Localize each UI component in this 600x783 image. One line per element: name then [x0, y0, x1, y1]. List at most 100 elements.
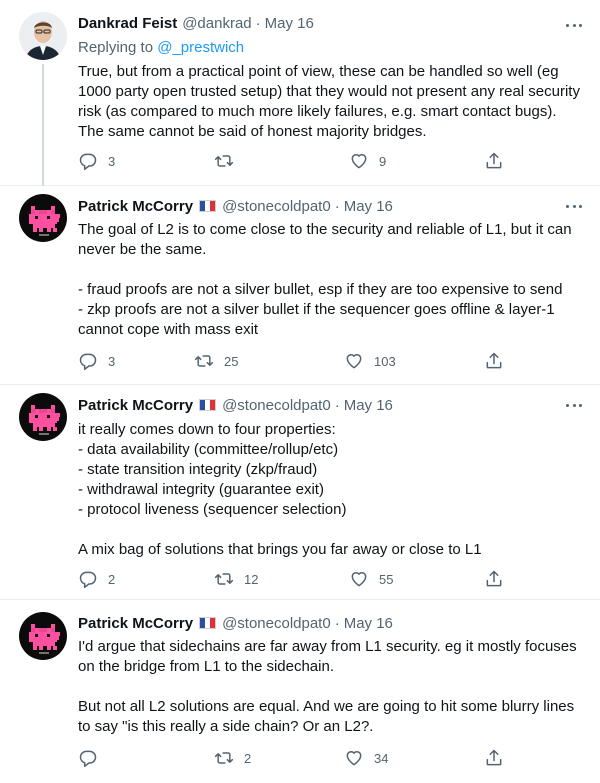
tweet-line: - fraud proofs are not a silver bullet, … [78, 281, 563, 298]
tweet-line [78, 677, 583, 697]
tweet-actions: 3 25 103 [70, 351, 510, 371]
author-handle[interactable]: @stonecoldpat0 [222, 397, 331, 414]
retweet-icon [214, 748, 234, 768]
tweet-line: But not all L2 solutions are equal. And … [78, 698, 575, 715]
reply-icon [78, 748, 98, 768]
author-name[interactable]: Patrick McCorry [78, 397, 193, 414]
tweet-4[interactable]: Patrick McCorry @stonecoldpat0 · May 16 … [0, 600, 600, 783]
tweet-1[interactable]: Dankrad Feist @dankrad · May 16 Replying… [0, 0, 600, 186]
retweet-icon [214, 569, 234, 589]
tweet-header: Patrick McCorry @stonecoldpat0 · May 16 [78, 196, 393, 216]
tweet-date[interactable]: May 16 [344, 615, 393, 632]
reply-button[interactable]: 3 [78, 151, 115, 171]
france-flag-icon [199, 399, 217, 411]
like-button[interactable]: 55 [349, 569, 393, 589]
tweet-line: I'd argue that sidechains are far away f… [78, 638, 577, 655]
tweet-text: The goal of L2 is to come close to the s… [78, 220, 583, 340]
avatar[interactable] [19, 12, 67, 60]
author-handle[interactable]: @stonecoldpat0 [222, 615, 331, 632]
reply-button[interactable]: 3 [78, 351, 115, 371]
author-handle[interactable]: @stonecoldpat0 [222, 198, 331, 215]
author-name[interactable]: Dankrad Feist [78, 15, 177, 32]
like-button[interactable]: 34 [344, 748, 388, 768]
like-icon [344, 351, 364, 371]
tweet-date[interactable]: May 16 [344, 198, 393, 215]
pixel-cat-avatar-icon [19, 194, 67, 242]
like-icon [349, 151, 369, 171]
share-button[interactable] [484, 569, 504, 589]
retweet-count: 2 [244, 750, 252, 766]
like-count: 103 [374, 353, 396, 369]
france-flag-icon [199, 617, 217, 629]
like-button[interactable]: 103 [344, 351, 396, 371]
retweet-button[interactable] [214, 151, 244, 171]
tweet-line: it really comes down to four properties: [78, 421, 336, 438]
pixel-cat-avatar-icon [19, 612, 67, 660]
avatar-photo-icon [19, 12, 67, 60]
separator-dot: · [334, 396, 340, 414]
reply-count: 3 [108, 353, 116, 369]
tweet-line: - protocol liveness (sequencer selection… [78, 501, 347, 518]
reply-icon [78, 569, 98, 589]
author-name[interactable]: Patrick McCorry [78, 615, 193, 632]
separator-dot: · [334, 614, 340, 632]
tweet-2[interactable]: Patrick McCorry @stonecoldpat0 · May 16 … [0, 186, 600, 385]
reply-icon [78, 351, 98, 371]
avatar[interactable] [19, 612, 67, 660]
avatar[interactable] [19, 194, 67, 242]
retweet-count: 25 [224, 353, 239, 369]
tweet-line: The goal of L2 is to come close to the s… [78, 221, 572, 238]
tweet-line: A mix bag of solutions that brings you f… [78, 541, 482, 558]
share-button[interactable] [484, 748, 504, 768]
retweet-icon [214, 151, 234, 171]
replying-to: Replying to @_prestwich [78, 39, 244, 56]
tweet-line: risk (as compared to much more likely fa… [78, 103, 557, 120]
tweet-header: Patrick McCorry @stonecoldpat0 · May 16 [78, 613, 393, 633]
author-name[interactable]: Patrick McCorry [78, 198, 193, 215]
separator-dot: · [255, 14, 261, 32]
like-count: 55 [379, 571, 394, 587]
tweet-line: to say "is this really a side chain? Or … [78, 718, 374, 735]
reply-button[interactable] [78, 748, 108, 768]
more-icon[interactable] [566, 17, 582, 33]
retweet-button[interactable]: 25 [194, 351, 238, 371]
tweet-line: - data availability (committee/rollup/et… [78, 441, 339, 458]
share-button[interactable] [484, 351, 504, 371]
share-icon [484, 569, 504, 589]
retweet-icon [194, 351, 214, 371]
retweet-count: 12 [244, 571, 259, 587]
author-handle[interactable]: @dankrad [182, 15, 251, 32]
tweet-line [78, 260, 583, 280]
replying-to-link[interactable]: @_prestwich [157, 39, 244, 56]
tweet-header: Dankrad Feist @dankrad · May 16 [78, 13, 314, 33]
tweet-line: never be the same. [78, 241, 207, 258]
tweet-actions: 3 9 [70, 151, 510, 171]
share-button[interactable] [484, 151, 504, 171]
more-icon[interactable] [566, 397, 582, 413]
avatar[interactable] [19, 393, 67, 441]
tweet-text: it really comes down to four properties:… [78, 420, 583, 560]
tweet-line [78, 520, 583, 540]
share-icon [484, 748, 504, 768]
separator-dot: · [334, 197, 340, 215]
like-icon [349, 569, 369, 589]
tweet-line: True, but from a practical point of view… [78, 63, 559, 80]
tweet-line: on the bridge from L1 to the sidechain. [78, 658, 334, 675]
tweet-line: - withdrawal integrity (guarantee exit) [78, 481, 324, 498]
tweet-line: The same cannot be said of honest majori… [78, 123, 427, 140]
tweet-text: I'd argue that sidechains are far away f… [78, 637, 583, 737]
tweet-date[interactable]: May 16 [344, 397, 393, 414]
like-button[interactable]: 9 [349, 151, 386, 171]
like-icon [344, 748, 364, 768]
france-flag-icon [199, 200, 217, 212]
share-icon [484, 151, 504, 171]
reply-count: 2 [108, 571, 116, 587]
tweet-3[interactable]: Patrick McCorry @stonecoldpat0 · May 16 … [0, 385, 600, 600]
retweet-button[interactable]: 12 [214, 569, 258, 589]
more-icon[interactable] [566, 198, 582, 214]
thread-line [42, 64, 44, 186]
pixel-cat-avatar-icon [19, 393, 67, 441]
tweet-date[interactable]: May 16 [265, 15, 314, 32]
retweet-button[interactable]: 2 [214, 748, 251, 768]
reply-button[interactable]: 2 [78, 569, 115, 589]
